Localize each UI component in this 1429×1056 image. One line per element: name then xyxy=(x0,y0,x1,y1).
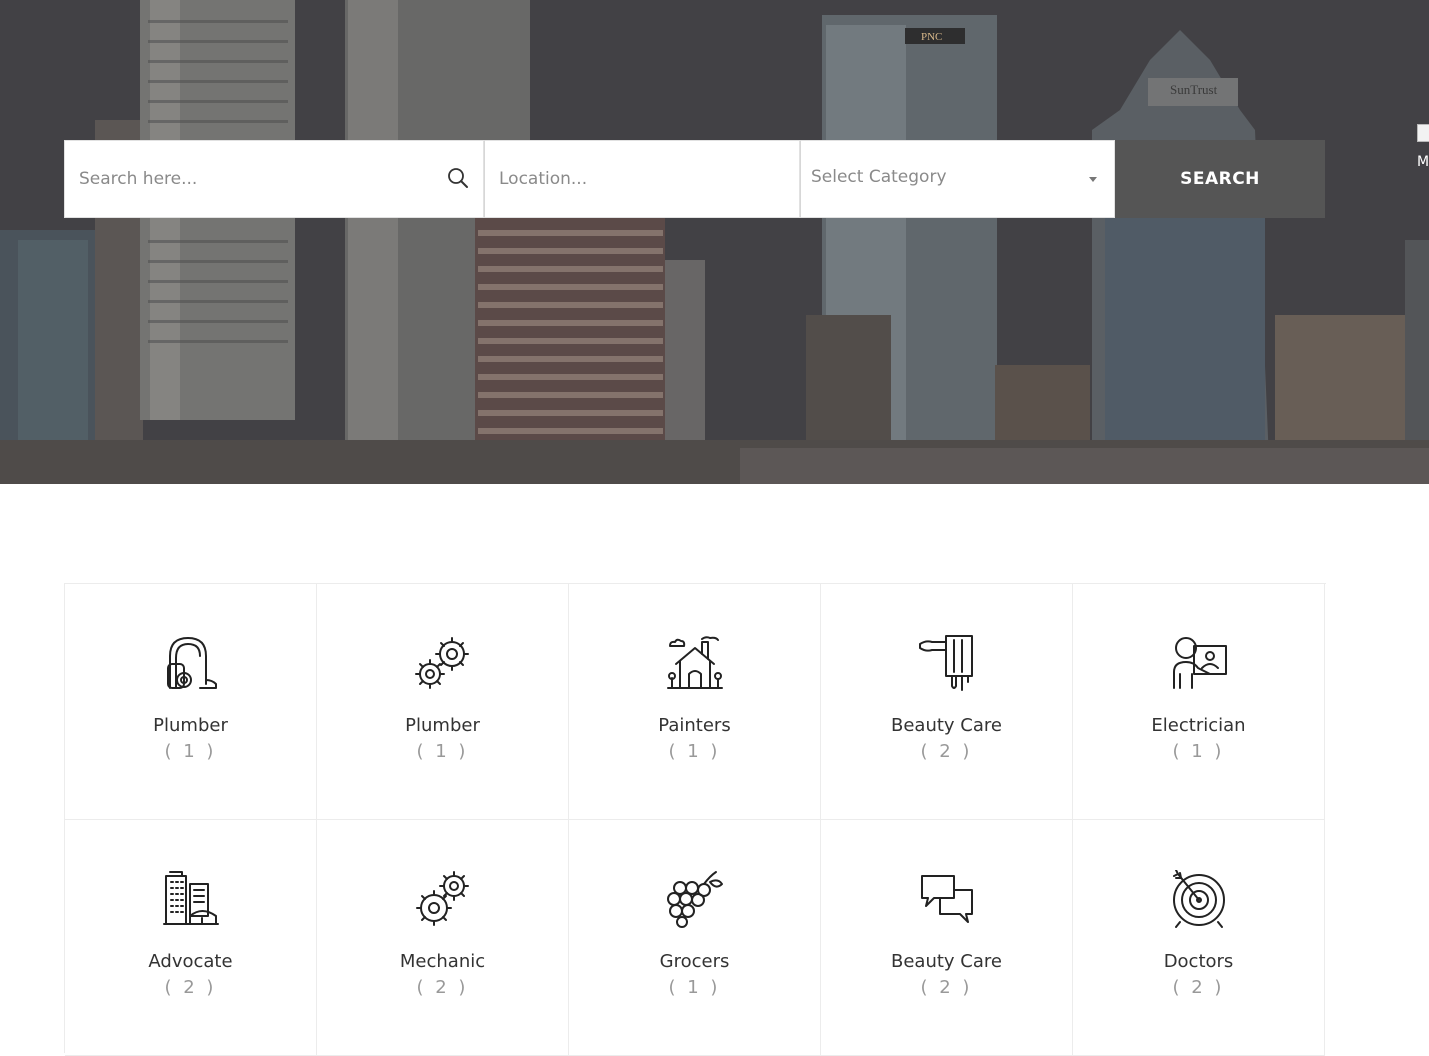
category-count: ( 1 ) xyxy=(668,977,721,998)
category-count: ( 2 ) xyxy=(920,977,973,998)
category-name: Painters xyxy=(658,715,731,736)
broken-image-icon xyxy=(1417,124,1429,142)
category-count: ( 2 ) xyxy=(164,977,217,998)
category-name: Electrician xyxy=(1151,715,1246,736)
gears-icon xyxy=(414,634,472,692)
keyword-field xyxy=(64,140,484,218)
broken-image-alt-text: M xyxy=(1417,154,1429,170)
category-name: Beauty Care xyxy=(891,951,1002,972)
vacuum-cleaner-icon xyxy=(162,634,220,692)
category-card[interactable]: Grocers ( 1 ) xyxy=(569,820,821,1056)
category-card[interactable]: Advocate ( 2 ) xyxy=(65,820,317,1056)
category-count: ( 1 ) xyxy=(668,741,721,762)
category-card[interactable]: Mechanic ( 2 ) xyxy=(317,820,569,1056)
category-name: Plumber xyxy=(405,715,480,736)
billboard-pnc: PNC xyxy=(921,31,942,43)
category-count: ( 2 ) xyxy=(1172,977,1225,998)
hero-banner: PNC SunTrust M xyxy=(0,0,1429,484)
teacher-screen-icon xyxy=(1170,634,1228,692)
category-name: Grocers xyxy=(659,951,730,972)
house-icon xyxy=(666,634,724,692)
category-card[interactable]: Painters ( 1 ) xyxy=(569,584,821,820)
search-input[interactable] xyxy=(65,141,483,217)
buildings-icon xyxy=(162,870,220,928)
category-name: Beauty Care xyxy=(891,715,1002,736)
paint-brush-icon xyxy=(918,634,976,692)
grapes-icon xyxy=(666,870,724,928)
category-count: ( 1 ) xyxy=(164,741,217,762)
category-name: Plumber xyxy=(153,715,228,736)
category-card[interactable]: Beauty Care ( 2 ) xyxy=(821,820,1073,1056)
category-count: ( 2 ) xyxy=(920,741,973,762)
city-skyline-image: PNC SunTrust xyxy=(0,0,1429,484)
category-card[interactable]: Beauty Care ( 2 ) xyxy=(821,584,1073,820)
category-count: ( 1 ) xyxy=(416,741,469,762)
category-select-value: Select Category xyxy=(811,167,947,187)
caret-down-icon xyxy=(1089,177,1097,182)
category-count: ( 2 ) xyxy=(416,977,469,998)
category-name: Mechanic xyxy=(399,951,486,972)
category-count: ( 1 ) xyxy=(1172,741,1225,762)
category-name: Doctors xyxy=(1163,951,1234,972)
category-card[interactable]: Plumber ( 1 ) xyxy=(65,584,317,820)
cogs-icon xyxy=(414,870,472,928)
billboard-suntrust: SunTrust xyxy=(1170,82,1218,97)
location-input[interactable] xyxy=(485,141,799,217)
category-name: Advocate xyxy=(148,951,233,972)
category-card[interactable]: Doctors ( 2 ) xyxy=(1073,820,1325,1056)
category-select[interactable]: Select Category xyxy=(800,140,1115,218)
category-grid: Plumber ( 1 ) Plumber ( 1 ) Painters (1… xyxy=(64,583,1326,1056)
search-button[interactable]: SEARCH xyxy=(1115,140,1325,218)
search-icon[interactable] xyxy=(447,167,469,189)
category-card[interactable]: Electrician ( 1 ) xyxy=(1073,584,1325,820)
category-card[interactable]: Plumber ( 1 ) xyxy=(317,584,569,820)
location-field xyxy=(484,140,800,218)
chat-bubbles-icon xyxy=(918,870,976,928)
target-icon xyxy=(1170,869,1228,928)
